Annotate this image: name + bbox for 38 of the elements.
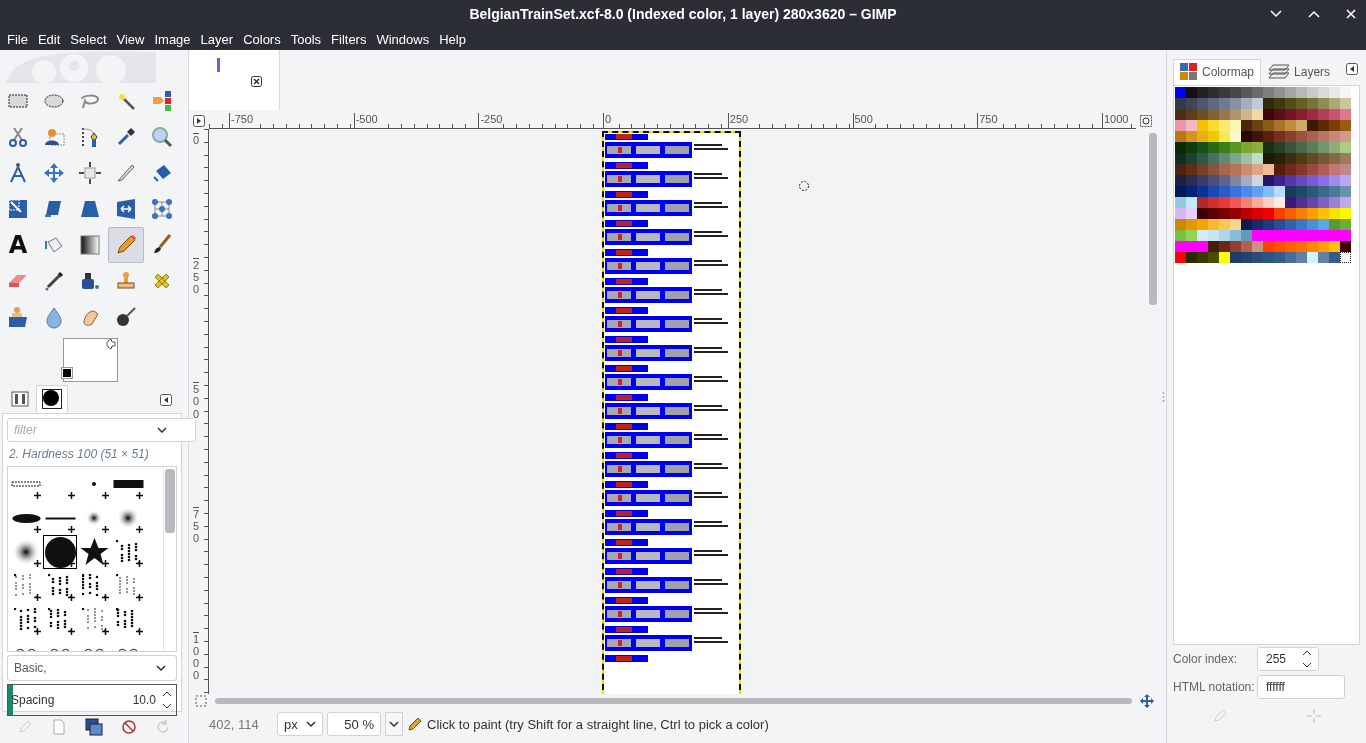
ruler-label: 500 bbox=[852, 113, 873, 128]
zoom-field[interactable]: 50 % bbox=[327, 712, 381, 736]
ruler-label: 250 bbox=[193, 257, 200, 295]
color-index-label: Color index: bbox=[1173, 652, 1239, 666]
menu-item[interactable]: Tools bbox=[285, 31, 327, 47]
ruler-label: 750 bbox=[977, 113, 998, 128]
unit-dropdown[interactable]: px bbox=[277, 712, 323, 736]
ruler-label: -500 bbox=[353, 113, 378, 128]
ruler-label: -750 bbox=[229, 113, 254, 128]
ruler-label: 750 bbox=[193, 507, 200, 545]
menu-item[interactable]: View bbox=[111, 31, 150, 47]
status-message: Click to paint (try Shift for a straight line, Ctrl to pick a color) bbox=[427, 716, 769, 732]
menu-item[interactable]: Colors bbox=[238, 31, 286, 47]
window-title: BelgianTrainSet.xcf-8.0 (Indexed color, 1 layer) 280x3620 – GIMP bbox=[469, 6, 897, 22]
ruler-label: -250 bbox=[478, 113, 503, 128]
menu-item[interactable]: Select bbox=[65, 31, 112, 47]
ruler-label: 500 bbox=[193, 382, 200, 420]
layers-tab[interactable]: Layers bbox=[1261, 59, 1338, 85]
colormap-tab[interactable]: Colormap bbox=[1173, 59, 1262, 85]
filter-field[interactable]: filter bbox=[7, 418, 196, 442]
ruler-label: 0 bbox=[603, 113, 612, 128]
ruler-label: 1000 bbox=[193, 631, 200, 682]
tool-button[interactable]: A bbox=[0, 227, 36, 263]
menu-item[interactable]: Layer bbox=[195, 31, 239, 47]
ruler-label: 1000 bbox=[1101, 113, 1129, 128]
menu-item[interactable]: File bbox=[2, 31, 33, 47]
menu-item[interactable]: Image bbox=[149, 31, 196, 47]
menu-item[interactable]: Filters bbox=[326, 31, 372, 47]
pointer-coordinates: 402, 114 bbox=[209, 716, 260, 732]
menu-item[interactable]: Edit bbox=[32, 31, 66, 47]
menu-item[interactable]: Help bbox=[434, 31, 471, 47]
brush-name: 2. Hardness 100 (51 × 51) bbox=[8, 446, 150, 463]
tag-filter-dropdown[interactable]: Basic, bbox=[7, 655, 177, 681]
ruler-label: 0 bbox=[193, 133, 200, 147]
menu-item[interactable]: Windows bbox=[371, 31, 435, 47]
color-index-field[interactable]: 255 bbox=[1257, 647, 1319, 671]
ruler-label: 250 bbox=[727, 113, 749, 128]
html-notation-field[interactable]: ffffff bbox=[1257, 675, 1345, 699]
